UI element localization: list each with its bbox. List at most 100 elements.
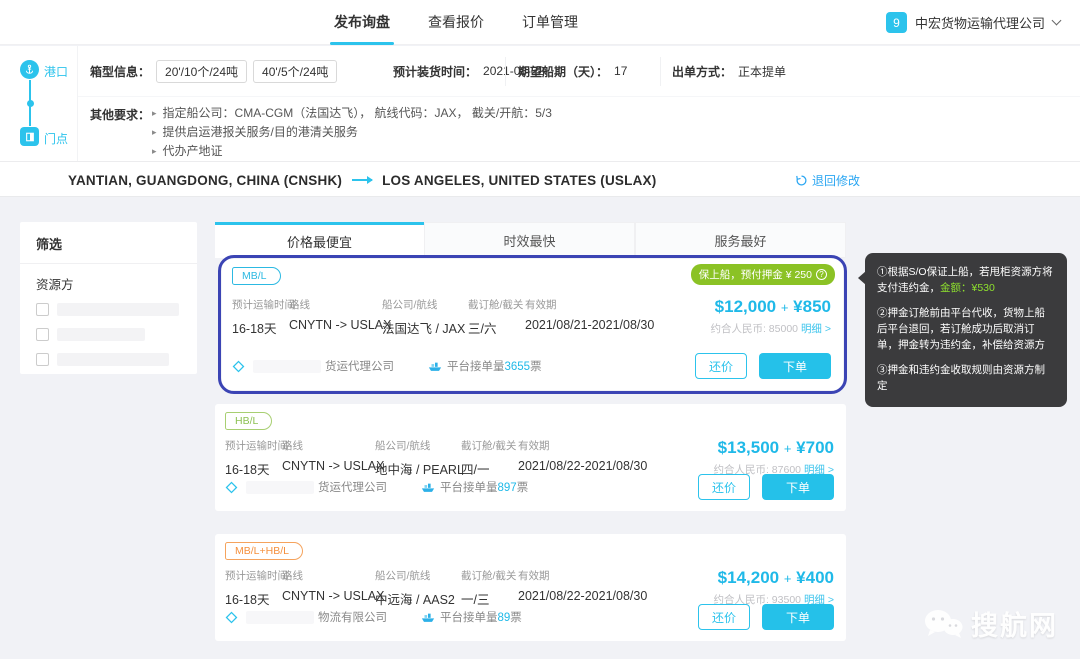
triangle-bullet-icon: ▸ bbox=[152, 106, 157, 121]
tooltip-paragraph-2: ②押金订舱前由平台代收，货物上船后平台退回，若订舱成功后取消订单，押金转为违约金… bbox=[877, 306, 1055, 354]
nav-tab-order-management[interactable]: 订单管理 bbox=[518, 0, 582, 45]
requirement-text: 提供启运港报关服务/目的港清关服务 bbox=[163, 125, 358, 140]
redacted-label-bar bbox=[57, 303, 179, 316]
resource-checkbox[interactable] bbox=[36, 303, 49, 316]
tab-cheapest-price[interactable]: 价格最便宜 bbox=[215, 222, 424, 258]
validity-label: 有效期 bbox=[525, 297, 692, 312]
route-label: 路线 bbox=[282, 568, 375, 583]
cutoff-value: 三/六 bbox=[468, 318, 525, 337]
triangle-bullet-icon: ▸ bbox=[152, 144, 157, 159]
summary-row-2: 其他要求： ▸指定船公司：CMA-CGM（法国达飞）， 航线代码：JAX， 截关… bbox=[78, 97, 1080, 161]
forwarder-name: 物流有限公司 bbox=[318, 609, 387, 625]
redacted-company-prefix bbox=[246, 481, 314, 494]
sort-tabs: 价格最便宜 时效最快 服务最好 bbox=[215, 222, 846, 258]
price-usd: $14,200 bbox=[718, 568, 779, 587]
requirement-text: 代办产地证 bbox=[163, 144, 223, 159]
container-info-group: 箱型信息： 20'/10个/24吨 40'/5个/24吨 bbox=[90, 46, 337, 96]
offer-data-row: 预计运输时间16-18天 路线CNYTN -> USLAX 船公司/航线法国达飞… bbox=[232, 297, 831, 337]
filter-sidebar: 筛选 资源方 bbox=[20, 222, 197, 374]
orders-prefix: 平台接单量 bbox=[440, 612, 498, 624]
divider bbox=[505, 57, 506, 86]
offer-footer: 货运代理公司 平台接单量3655票 还价 下单 bbox=[232, 353, 831, 379]
carrier-label: 船公司/航线 bbox=[375, 438, 461, 453]
validity-value: 2021/08/21-2021/08/30 bbox=[525, 318, 692, 332]
bl-type-label: 出单方式： bbox=[672, 63, 732, 80]
route-value: CNYTN -> USLAX bbox=[289, 318, 382, 332]
validity-value: 2021/08/22-2021/08/30 bbox=[518, 589, 685, 603]
orders-prefix: 平台接单量 bbox=[440, 482, 498, 494]
arrow-right-icon bbox=[352, 179, 372, 181]
route-value: CNYTN -> USLAX bbox=[282, 459, 375, 473]
resource-group-label: 资源方 bbox=[20, 264, 197, 297]
price-cny: ¥400 bbox=[796, 568, 834, 587]
resource-option bbox=[20, 297, 197, 322]
orders-suffix: 票 bbox=[510, 612, 522, 624]
deposit-badge: 保上船，预付押金 ¥ 250 ? bbox=[691, 264, 835, 285]
price-block: $14,200 + ¥400 约合人民币: 93500 明细 > bbox=[685, 568, 834, 608]
nav-tab-view-quotes[interactable]: 查看报价 bbox=[424, 0, 488, 45]
approx-cny: 约合人民币: 85000 bbox=[710, 323, 798, 335]
place-order-button[interactable]: 下单 bbox=[762, 604, 834, 630]
tab-best-service[interactable]: 服务最好 bbox=[635, 222, 846, 258]
route-value: CNYTN -> USLAX bbox=[282, 589, 375, 603]
carrier-label: 船公司/航线 bbox=[382, 297, 468, 312]
main-nav: 发布询盘 查看报价 订单管理 bbox=[330, 0, 582, 45]
offer-footer: 物流有限公司 平台接单量89票 还价 下单 bbox=[225, 604, 834, 630]
validity-label: 有效期 bbox=[518, 438, 685, 453]
watermark-text: 搜航网 bbox=[971, 604, 1058, 643]
filter-title: 筛选 bbox=[20, 222, 197, 264]
ship-icon bbox=[428, 361, 442, 372]
destination-port: LOS ANGELES, UNITED STATES (USLAX) bbox=[382, 173, 656, 188]
origin-port: YANTIAN, GUANGDONG, CHINA (CNSHK) bbox=[68, 173, 342, 188]
route-bar: YANTIAN, GUANGDONG, CHINA (CNSHK) LOS AN… bbox=[0, 161, 1080, 197]
requirement-item: ▸ 提供启运港报关服务/目的港清关服务 bbox=[152, 125, 552, 140]
other-requirements-label: 其他要求： bbox=[90, 106, 150, 123]
container-spec-40ft: 40'/5个/24吨 bbox=[253, 60, 337, 83]
price-usd: $12,000 bbox=[715, 297, 776, 316]
price-plus: + bbox=[784, 571, 792, 586]
forwarder-name: 货运代理公司 bbox=[318, 479, 387, 495]
user-menu[interactable]: 9 中宏货物运输代理公司 bbox=[886, 0, 1060, 45]
diamond-icon bbox=[225, 611, 238, 624]
bl-type-tag: MB/L+HB/L bbox=[225, 542, 303, 560]
orders-count: 897 bbox=[498, 482, 517, 494]
bl-type-tag: MB/L bbox=[232, 267, 281, 285]
triangle-bullet-icon: ▸ bbox=[152, 125, 157, 140]
resource-checkbox[interactable] bbox=[36, 353, 49, 366]
nav-tab-publish-inquiry[interactable]: 发布询盘 bbox=[330, 0, 394, 45]
container-info-label: 箱型信息： bbox=[90, 63, 150, 80]
return-modify-label: 退回修改 bbox=[812, 172, 860, 189]
resource-option bbox=[20, 322, 197, 347]
undo-icon bbox=[795, 174, 808, 187]
place-order-button[interactable]: 下单 bbox=[759, 353, 831, 379]
resource-checkbox[interactable] bbox=[36, 328, 49, 341]
price-plus: + bbox=[784, 441, 792, 456]
offer-data-row: 预计运输时间16-18天 路线CNYTN -> USLAX 船公司/航线地中海 … bbox=[225, 438, 834, 478]
transit-value: 16-18天 bbox=[232, 318, 289, 337]
schedule-group: 期望船期（天）： 17 bbox=[518, 46, 627, 96]
door-label: 门点 bbox=[44, 130, 68, 147]
ship-icon bbox=[421, 612, 435, 623]
offer-card-hbl: HB/L 预计运输时间16-18天 路线CNYTN -> USLAX 船公司/航… bbox=[215, 404, 846, 511]
platform-orders: 平台接单量3655票 bbox=[428, 358, 542, 374]
tooltip-amount-highlight: 金额：¥530 bbox=[940, 282, 995, 294]
price-block: $13,500 + ¥700 约合人民币: 87600 明细 > bbox=[685, 438, 834, 478]
schedule-value: 17 bbox=[614, 64, 627, 78]
question-icon[interactable]: ? bbox=[816, 269, 827, 280]
offer-actions: 还价 下单 bbox=[698, 604, 834, 630]
bl-type-group: 出单方式： 正本提单 bbox=[672, 46, 786, 96]
offer-actions: 还价 下单 bbox=[698, 474, 834, 500]
tab-fastest-transit[interactable]: 时效最快 bbox=[424, 222, 635, 258]
counter-offer-button[interactable]: 还价 bbox=[695, 353, 747, 379]
orders-prefix: 平台接单量 bbox=[447, 361, 505, 373]
load-time-label: 预计装货时间： bbox=[393, 63, 477, 80]
return-modify-link[interactable]: 退回修改 bbox=[795, 162, 860, 198]
detail-link[interactable]: 明细 > bbox=[801, 323, 831, 335]
redacted-company-prefix bbox=[246, 611, 314, 624]
cutoff-label: 截订舱/截关 bbox=[461, 438, 518, 453]
door-icon bbox=[20, 127, 39, 146]
place-order-button[interactable]: 下单 bbox=[762, 474, 834, 500]
orders-suffix: 票 bbox=[530, 361, 542, 373]
counter-offer-button[interactable]: 还价 bbox=[698, 604, 750, 630]
counter-offer-button[interactable]: 还价 bbox=[698, 474, 750, 500]
